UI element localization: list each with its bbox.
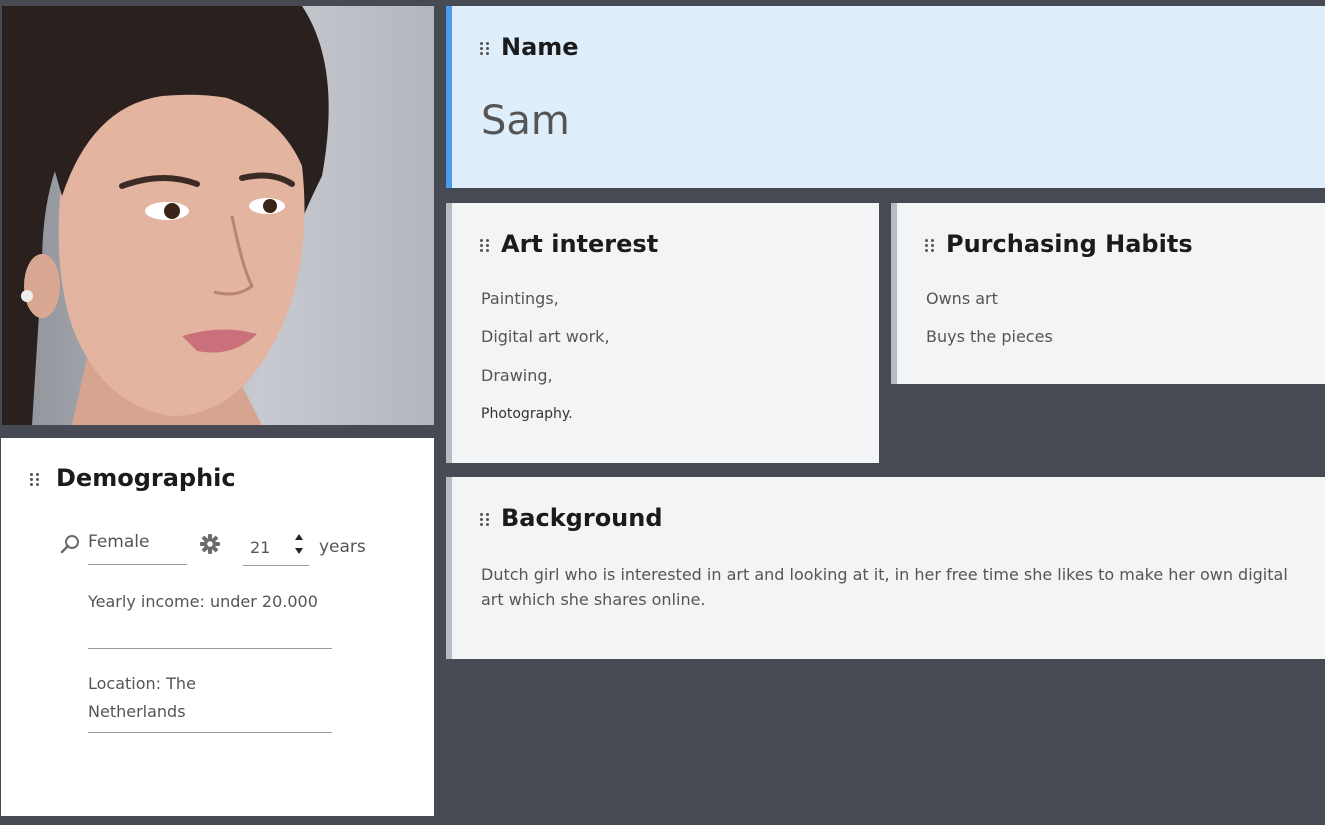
background-card: Background Dutch girl who is interested … — [446, 477, 1325, 659]
profile-photo — [2, 6, 434, 425]
list-item: Buys the pieces — [926, 327, 1053, 346]
demographic-card: Demographic Female 21 years Yearly incom… — [1, 438, 434, 816]
search-icon[interactable] — [59, 533, 81, 555]
spinner-arrows-icon[interactable] — [293, 532, 305, 558]
location-underline — [88, 732, 332, 733]
gender-underline — [88, 564, 187, 565]
gear-icon[interactable] — [199, 533, 221, 555]
gender-select[interactable]: Female — [88, 532, 149, 552]
drag-handle-icon[interactable] — [925, 239, 935, 253]
purchasing-habits-title: Purchasing Habits — [946, 230, 1193, 258]
location-field[interactable]: Location: The Netherlands — [88, 670, 288, 726]
age-underline — [243, 565, 309, 566]
drag-handle-icon[interactable] — [30, 473, 40, 487]
list-item: Paintings, — [481, 289, 559, 308]
income-underline — [88, 648, 332, 649]
age-input[interactable]: 21 — [250, 538, 270, 557]
list-item: Drawing, — [481, 366, 553, 385]
demographic-title: Demographic — [56, 464, 236, 492]
background-text[interactable]: Dutch girl who is interested in art and … — [481, 562, 1301, 612]
drag-handle-icon[interactable] — [480, 239, 490, 253]
drag-handle-icon[interactable] — [480, 513, 490, 527]
art-interest-card: Art interest Paintings, Digital art work… — [446, 203, 879, 463]
income-field[interactable]: Yearly income: under 20.000 — [88, 588, 318, 616]
art-interest-title: Art interest — [501, 230, 659, 258]
name-card: Name Sam — [446, 6, 1325, 188]
name-title: Name — [501, 33, 579, 61]
list-item: Digital art work, — [481, 327, 610, 346]
list-item: Photography. — [481, 406, 573, 422]
background-title: Background — [501, 504, 663, 532]
list-item: Owns art — [926, 289, 998, 308]
purchasing-habits-card: Purchasing Habits Owns art Buys the piec… — [891, 203, 1325, 384]
drag-handle-icon[interactable] — [480, 42, 490, 56]
age-unit-label: years — [319, 537, 366, 557]
name-value[interactable]: Sam — [481, 98, 570, 144]
